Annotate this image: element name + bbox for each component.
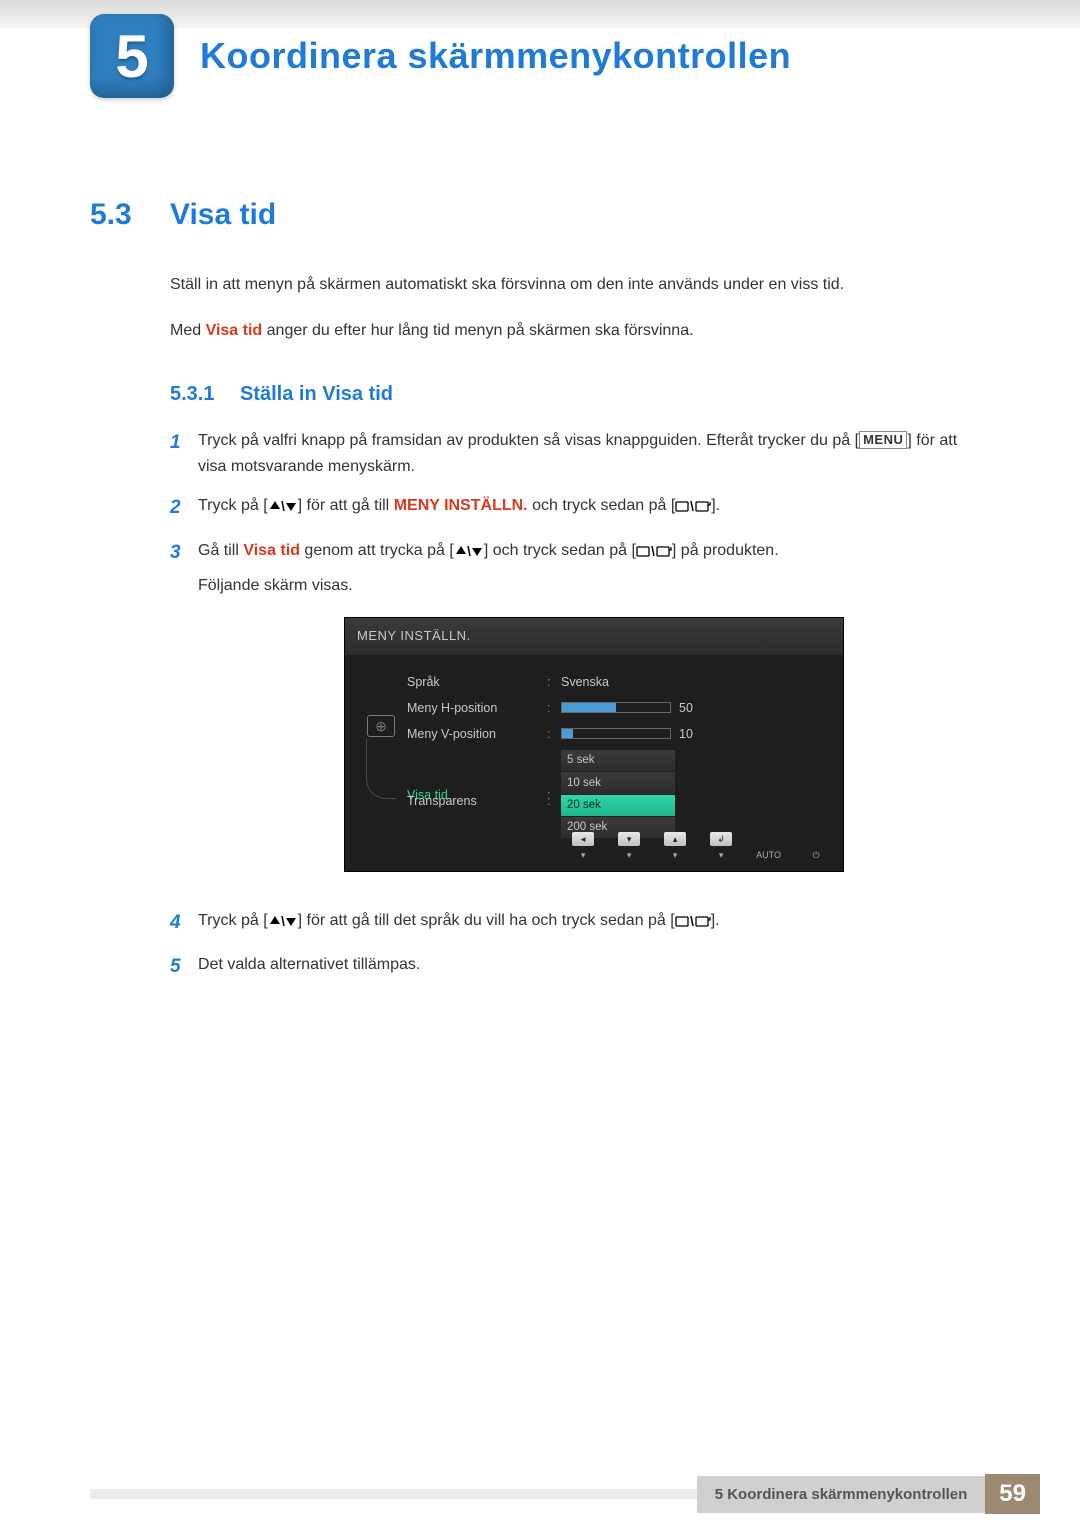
step-text: och tryck sedan på [: [528, 497, 676, 514]
section-title: Visa tid: [170, 198, 276, 232]
osd-option-selected: 20 sek: [561, 795, 675, 817]
osd-row-v-position: Meny V-position : 10: [407, 721, 827, 747]
up-down-arrows-icon: [454, 542, 484, 559]
up-down-arrows-icon: [268, 912, 298, 929]
step-3: 3 Gå till Visa tid genom att trycka på […: [170, 538, 990, 894]
step-2: 2 Tryck på [ ] för att gå till MENY INSTÄ…: [170, 493, 990, 523]
osd-label: Transparens: [407, 791, 547, 811]
step-text: ] för att gå till: [298, 497, 394, 514]
menu-button-label: MENU: [859, 431, 907, 449]
step-number: 1: [170, 428, 198, 479]
section-heading: 5.3 Visa tid: [90, 198, 990, 232]
osd-nav-up-icon: ▴▾: [664, 832, 686, 862]
step-number: 5: [170, 952, 198, 982]
step-text: ] och tryck sedan på [: [484, 542, 636, 559]
osd-side-curve: [366, 739, 396, 799]
osd-nav-down-icon: ▾▾: [618, 832, 640, 862]
step-5: 5 Det valda alternativet tillämpas.: [170, 952, 990, 982]
step-text: Tryck på [: [198, 497, 268, 514]
chapter-number-badge: 5: [90, 14, 174, 98]
step-text: Det valda alternativet tillämpas.: [198, 952, 990, 982]
osd-value: 50: [679, 698, 693, 718]
osd-label: Meny V-position: [407, 724, 547, 744]
subsection-number: 5.3.1: [170, 383, 240, 406]
osd-row-h-position: Meny H-position : 50: [407, 695, 827, 721]
step-number: 4: [170, 908, 198, 938]
osd-auto-button: AUTO: [756, 832, 781, 862]
step-highlight: Visa tid: [243, 542, 300, 559]
step-1: 1 Tryck på valfri knapp på framsidan av …: [170, 428, 990, 479]
page-number: 59: [985, 1474, 1040, 1514]
step-text: ] på produkten.: [672, 542, 779, 559]
osd-title: MENY INSTÄLLN.: [345, 618, 843, 655]
step-highlight: MENY INSTÄLLN.: [394, 497, 528, 514]
step-text: ] för att gå till det språk du vill ha o…: [298, 912, 675, 929]
osd-side-icon-column: ⊕: [355, 669, 407, 815]
subsection-title: Ställa in Visa tid: [240, 383, 393, 406]
osd-option: 5 sek: [561, 750, 675, 772]
settings-icon: ⊕: [367, 715, 395, 737]
osd-label: Språk: [407, 672, 547, 692]
up-down-arrows-icon: [268, 497, 298, 514]
step-text: Tryck på [: [198, 912, 268, 929]
source-enter-icon: [636, 542, 672, 559]
osd-value: 10: [679, 724, 693, 744]
osd-enter-icon: ↲▾: [710, 832, 732, 862]
intro-paragraph-2: Med Visa tid anger du efter hur lång tid…: [170, 318, 990, 344]
source-enter-icon: [675, 497, 711, 514]
step-text: genom att trycka på [: [300, 542, 454, 559]
osd-row-language: Språk : Svenska: [407, 669, 827, 695]
section-intro: Ställ in att menyn på skärmen automatisk…: [170, 272, 990, 343]
page-footer: 5 Koordinera skärmmenykontrollen 59: [0, 1475, 1080, 1513]
osd-slider: [561, 728, 671, 739]
osd-nav-left-icon: ◂▾: [572, 832, 594, 862]
osd-slider: [561, 702, 671, 713]
chapter-header: 5 Koordinera skärmmenykontrollen: [0, 14, 1080, 98]
source-enter-icon: [675, 912, 711, 929]
osd-option: 10 sek: [561, 772, 675, 794]
step-text: ].: [711, 497, 720, 514]
osd-menu: MENY INSTÄLLN. ⊕ Språk : Svenska: [344, 617, 844, 872]
step-text: Tryck på valfri knapp på framsidan av pr…: [198, 432, 859, 449]
step-number: 2: [170, 493, 198, 523]
step-number: 3: [170, 538, 198, 894]
step-text: Följande skärm visas.: [198, 573, 990, 599]
osd-value: Svenska: [561, 672, 827, 692]
subsection-heading: 5.3.1 Ställa in Visa tid: [170, 383, 990, 406]
intro-text: Med: [170, 322, 206, 339]
intro-highlight: Visa tid: [206, 322, 263, 339]
step-text: ].: [711, 912, 720, 929]
section-number: 5.3: [90, 198, 170, 232]
step-text: Gå till: [198, 542, 243, 559]
chapter-title: Koordinera skärmmenykontrollen: [200, 35, 791, 77]
osd-power-icon: ⏻: [805, 832, 827, 862]
osd-label: Meny H-position: [407, 698, 547, 718]
footer-bar: [90, 1489, 697, 1499]
step-4: 4 Tryck på [ ] för att gå till det språk …: [170, 908, 990, 938]
osd-dropdown: 5 sek 10 sek 20 sek 200 sek: [561, 750, 675, 840]
intro-paragraph-1: Ställ in att menyn på skärmen automatisk…: [170, 272, 990, 298]
footer-text: 5 Koordinera skärmmenykontrollen: [697, 1476, 986, 1513]
intro-text: anger du efter hur lång tid menyn på skä…: [262, 322, 693, 339]
